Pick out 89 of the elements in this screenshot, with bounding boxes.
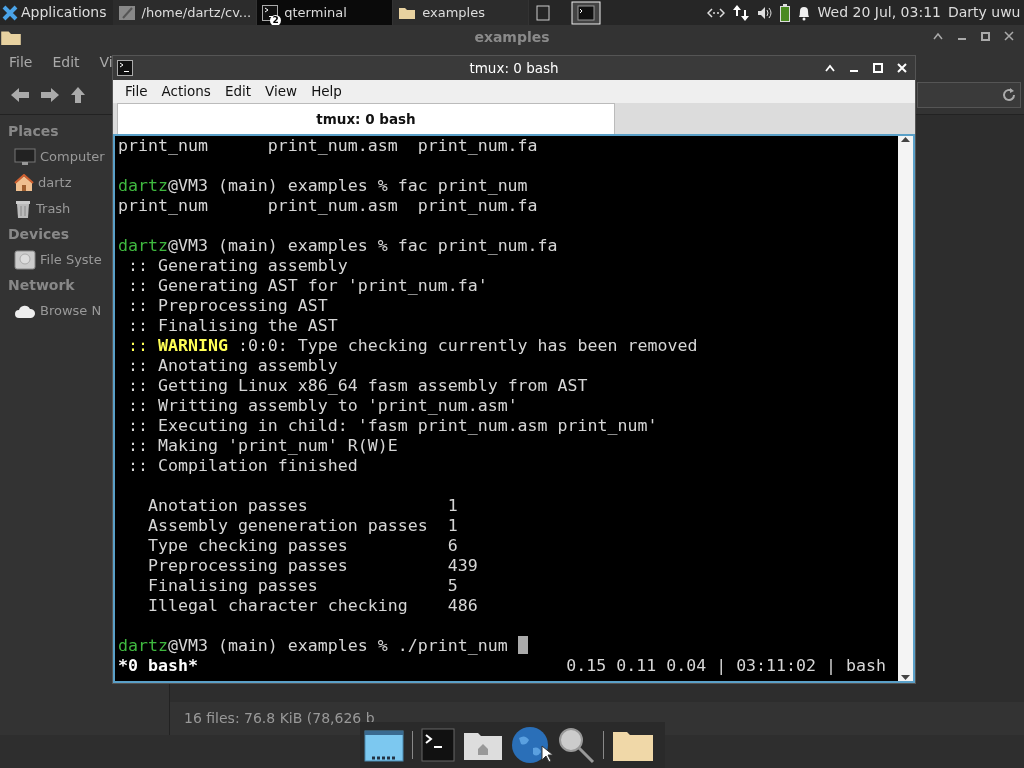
sidebar-item[interactable]: Trash [36, 199, 71, 219]
terminal-icon [117, 60, 133, 76]
tmux-status-info: 0.15 0.11 0.04 | 03:11:02 | bash [566, 656, 886, 676]
terminal-line: :: Writting assembly to 'print_num.asm' [128, 396, 518, 415]
stat-label: Preprocessing passes [147, 556, 349, 576]
stat-value: 1 [447, 496, 458, 516]
sidebar-item[interactable]: File Syste [40, 250, 102, 270]
house-icon [14, 174, 34, 192]
stat-label: Anotation passes [147, 496, 309, 516]
terminal-line: :: Getting Linux x86_64 fasm assembly from AST [128, 376, 588, 395]
stat-label: Illegal character checking [147, 596, 409, 616]
mouse-pointer-icon [541, 745, 553, 763]
tmux-window-label: *0 bash* [118, 656, 198, 676]
user-name[interactable]: Darty uwu [947, 2, 1021, 23]
section-heading: Places [8, 122, 59, 141]
menu-item[interactable]: Vi [99, 52, 113, 73]
terminal-line: :: Making 'print_num' R(W)E [128, 436, 398, 455]
up-arrow-icon[interactable] [70, 85, 86, 104]
terminal-icon [262, 4, 279, 21]
x-logo-icon[interactable] [2, 4, 18, 21]
menu-item[interactable]: File [125, 81, 148, 102]
terminal-line: dartz@VM3 (main) examples % fac print_num.fa [118, 236, 558, 255]
up-down-arrows-icon[interactable] [731, 3, 750, 22]
drive-icon [14, 250, 36, 270]
window-title: tmux: 0 bash [469, 58, 559, 78]
network-icon[interactable] [706, 7, 725, 18]
bell-icon[interactable] [796, 4, 811, 21]
terminal-line: print_num print_num.asm print_num.fa [118, 196, 539, 216]
terminal-line: :: Preprocessing AST [128, 296, 328, 315]
document-icon [117, 4, 136, 21]
sidebar-item[interactable]: Computer [40, 147, 105, 167]
terminal-window-icon[interactable] [571, 0, 602, 25]
stat-value: 486 [447, 596, 478, 616]
terminal-line: :: Generating AST for 'print_num.fa' [128, 276, 488, 295]
terminal-line: print_num print_num.asm print_num.fa [118, 136, 539, 156]
terminal-line: :: Anotating assembly [128, 356, 338, 375]
volume-icon[interactable] [756, 5, 773, 20]
taskbar-button[interactable]: 2 qterminal [257, 0, 394, 25]
taskbar-button[interactable]: examples [393, 0, 530, 25]
menu-item[interactable]: Help [311, 81, 342, 102]
clock[interactable]: Wed 20 Jul, 03:11 [817, 2, 941, 23]
battery-icon[interactable] [779, 3, 790, 22]
tab[interactable]: tmux: 0 bash [117, 103, 615, 134]
window-icon[interactable] [364, 728, 404, 762]
applications-menu[interactable]: Applications [21, 2, 107, 23]
terminal-icon[interactable] [421, 728, 455, 762]
terminal-line: :: Compilation finished [128, 456, 358, 475]
reload-icon[interactable] [1001, 87, 1016, 102]
terminal-line: :: WARNING :0:0: Type checking currently has been removed [128, 336, 698, 355]
stat-value: 6 [447, 536, 458, 556]
terminal-line: dartz@VM3 (main) examples % ./print_num [118, 636, 508, 655]
terminal-line: :: Generating assembly [128, 256, 348, 275]
location-field[interactable] [916, 81, 1021, 108]
sidebar-item[interactable]: Browse N [40, 301, 102, 321]
stat-label: Finalising passes [147, 576, 319, 596]
stat-value: 439 [447, 556, 478, 576]
stat-value: 5 [447, 576, 458, 596]
taskbar-button[interactable]: /home/dartz/cv... [112, 0, 258, 25]
stat-value: 1 [447, 516, 458, 536]
terminal-line: dartz@VM3 (main) examples % fac print_num [118, 176, 528, 195]
menu-item[interactable]: File [9, 52, 33, 73]
scroll-up-icon[interactable] [901, 136, 910, 142]
terminal-line: :: Executing in child: 'fasm print_num.asm print_num' [128, 416, 658, 435]
collapse-icon[interactable] [933, 32, 943, 40]
scroll-down-icon[interactable] [901, 675, 910, 681]
desktop-square-icon[interactable] [536, 4, 551, 21]
back-arrow-icon[interactable] [10, 86, 30, 103]
window-title: examples [474, 28, 550, 47]
trash-can-icon [14, 199, 32, 219]
cloud-icon [14, 303, 36, 319]
stat-label: Type checking passes [147, 536, 349, 556]
menu-item[interactable]: Edit [52, 52, 80, 73]
scrollbar[interactable] [898, 136, 913, 681]
menu-item[interactable]: View [265, 81, 298, 102]
count-badge: 2 [270, 14, 282, 26]
stat-label: Assembly geneneration passes [147, 516, 429, 536]
folder-icon [398, 5, 417, 20]
sidebar-item[interactable]: dartz [38, 173, 72, 193]
menu-item[interactable]: Edit [224, 81, 252, 102]
globe-icon[interactable] [511, 726, 549, 764]
magnifier-icon[interactable] [557, 726, 595, 764]
section-heading: Devices [8, 225, 70, 244]
close-icon[interactable] [1004, 31, 1014, 41]
section-heading: Network [8, 276, 75, 295]
menu-item[interactable]: Actions [161, 81, 211, 102]
maximize-icon[interactable] [981, 31, 990, 41]
forward-arrow-icon[interactable] [40, 86, 60, 103]
terminal-line: :: Finalising the AST [128, 316, 338, 335]
computer-icon [14, 148, 36, 166]
